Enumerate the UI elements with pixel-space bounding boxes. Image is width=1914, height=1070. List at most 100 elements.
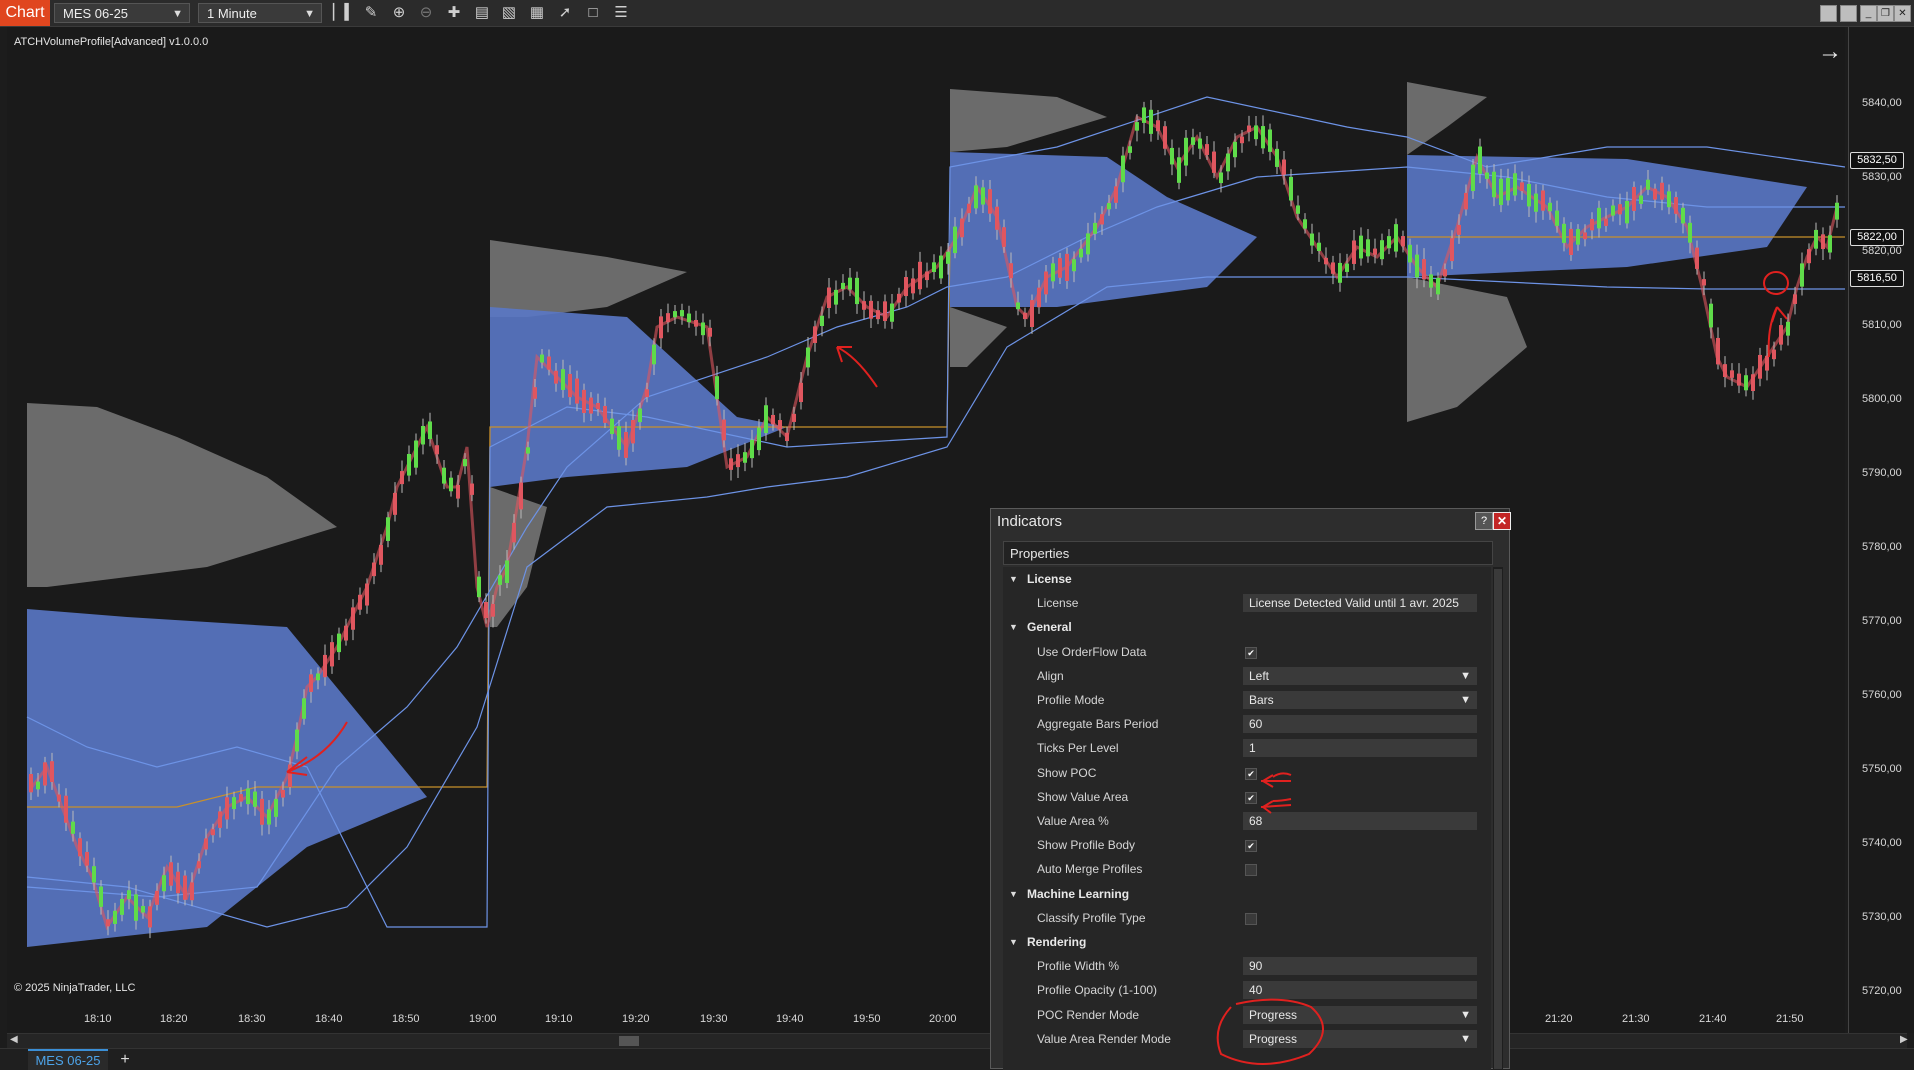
scroll-left-icon[interactable]: ◀ xyxy=(10,1034,18,1045)
price-chart[interactable] xyxy=(7,27,1846,1033)
candle-body xyxy=(631,420,635,444)
candle-body xyxy=(1674,197,1678,214)
candle-body xyxy=(617,426,621,450)
restore-icon[interactable]: ❐ xyxy=(1877,5,1894,22)
instrument-selector[interactable]: MES 06-25 ▼ xyxy=(54,3,190,23)
candle-body xyxy=(1128,146,1132,153)
candle-body xyxy=(1366,239,1370,257)
candle-body xyxy=(533,387,537,399)
candle-body xyxy=(295,729,299,752)
candle-body xyxy=(92,866,96,883)
time-tick-label: 19:30 xyxy=(700,1013,728,1025)
candle-body xyxy=(1065,253,1069,281)
candle-body xyxy=(1100,214,1104,225)
strategies-icon[interactable]: ➚ xyxy=(554,3,576,23)
candle-body xyxy=(736,454,740,468)
candle-body xyxy=(1716,337,1720,365)
candle-body xyxy=(1023,312,1027,320)
candle-body xyxy=(1821,234,1825,250)
candle-body xyxy=(1240,136,1244,144)
crosshair-icon[interactable]: ✚ xyxy=(443,3,465,23)
candle-body xyxy=(239,794,243,802)
candle-body xyxy=(267,809,271,825)
candle-body xyxy=(1184,137,1188,166)
candle-body xyxy=(1002,227,1006,247)
chevron-down-icon: ▼ xyxy=(172,8,183,20)
arrow-right-icon[interactable]: → xyxy=(1818,38,1842,66)
minimize-window-icon[interactable]: _ xyxy=(1860,5,1877,22)
time-tick-label: 21:50 xyxy=(1776,1013,1804,1025)
close-icon[interactable]: ✕ xyxy=(1894,5,1911,22)
candle-body xyxy=(1772,349,1776,360)
candle-body xyxy=(547,356,551,370)
chart-scrollbar[interactable]: ◀ ▶ xyxy=(7,1033,1908,1048)
candle-body xyxy=(36,781,40,790)
candle-body xyxy=(1604,218,1608,226)
candle-body xyxy=(274,798,278,817)
candle-body xyxy=(1226,153,1230,172)
pencil-icon[interactable]: ✎ xyxy=(360,3,382,23)
candle-body xyxy=(1779,325,1783,345)
candle-body xyxy=(827,287,831,308)
candle-body xyxy=(1562,223,1566,243)
candle-body xyxy=(1548,202,1552,212)
candle-body xyxy=(1345,263,1349,272)
candle-body xyxy=(1191,137,1195,145)
candle-body xyxy=(281,789,285,798)
zoom-out-icon[interactable]: ⊖ xyxy=(415,3,437,23)
candle-body xyxy=(435,445,439,455)
candle-body xyxy=(540,354,544,363)
candle-body xyxy=(1394,224,1398,252)
candle-body xyxy=(687,313,691,323)
candle-body xyxy=(1086,233,1090,255)
properties-icon[interactable]: ▤ xyxy=(471,3,493,23)
scroll-thumb[interactable] xyxy=(619,1036,639,1046)
instrument-tab[interactable]: MES 06-25 xyxy=(28,1049,108,1070)
candle-body xyxy=(316,673,320,681)
minimize-icon[interactable] xyxy=(1820,5,1837,22)
time-tick-label: 19:10 xyxy=(545,1013,573,1025)
bar-type-icon[interactable]: ▏▍ xyxy=(333,3,356,23)
candle-body xyxy=(1359,235,1363,259)
candle-body xyxy=(141,905,145,913)
chart-panel[interactable] xyxy=(7,27,1846,1033)
tile-icon[interactable] xyxy=(1840,5,1857,22)
candle-body xyxy=(673,311,677,318)
list-icon[interactable]: ☰ xyxy=(610,3,632,23)
candle-body xyxy=(260,798,264,825)
candle-body xyxy=(526,447,530,454)
candle-body xyxy=(1828,235,1832,253)
interval-selector[interactable]: 1 Minute ▼ xyxy=(198,3,322,23)
candle-body xyxy=(1492,171,1496,198)
candle-body xyxy=(1219,172,1223,184)
candle-body xyxy=(1520,182,1524,192)
candle-body xyxy=(1471,164,1475,192)
candle-body xyxy=(1268,129,1272,152)
candle-body xyxy=(344,625,348,641)
templates-icon[interactable]: ▧ xyxy=(498,3,520,23)
add-tab-button[interactable]: + xyxy=(116,1049,134,1070)
candle-body xyxy=(1121,155,1125,183)
candle-body xyxy=(1702,279,1706,286)
candle-body xyxy=(904,277,908,297)
candle-body xyxy=(1555,210,1559,226)
candle-body xyxy=(1282,159,1286,175)
zoom-in-icon[interactable]: ⊕ xyxy=(388,3,410,23)
scroll-right-icon[interactable]: ▶ xyxy=(1900,1034,1908,1045)
data-box-icon[interactable]: ▦ xyxy=(526,3,548,23)
indicators-icon[interactable]: □ xyxy=(582,3,604,23)
chevron-down-icon: ▼ xyxy=(304,8,315,20)
candle-body xyxy=(50,761,54,782)
candle-body xyxy=(1044,271,1048,295)
price-tick-label: 5730,00 xyxy=(1862,911,1902,923)
time-tick-label: 19:50 xyxy=(853,1013,881,1025)
candle-body xyxy=(379,544,383,565)
candle-body xyxy=(1233,141,1237,158)
candle-body xyxy=(29,773,33,793)
chart-menu-button[interactable]: Chart xyxy=(0,0,50,26)
candle-body xyxy=(596,403,600,410)
price-marker: 5822,00 xyxy=(1850,229,1904,246)
candle-body xyxy=(400,471,404,485)
candle-body xyxy=(1653,188,1657,200)
candle-body xyxy=(1387,236,1391,249)
